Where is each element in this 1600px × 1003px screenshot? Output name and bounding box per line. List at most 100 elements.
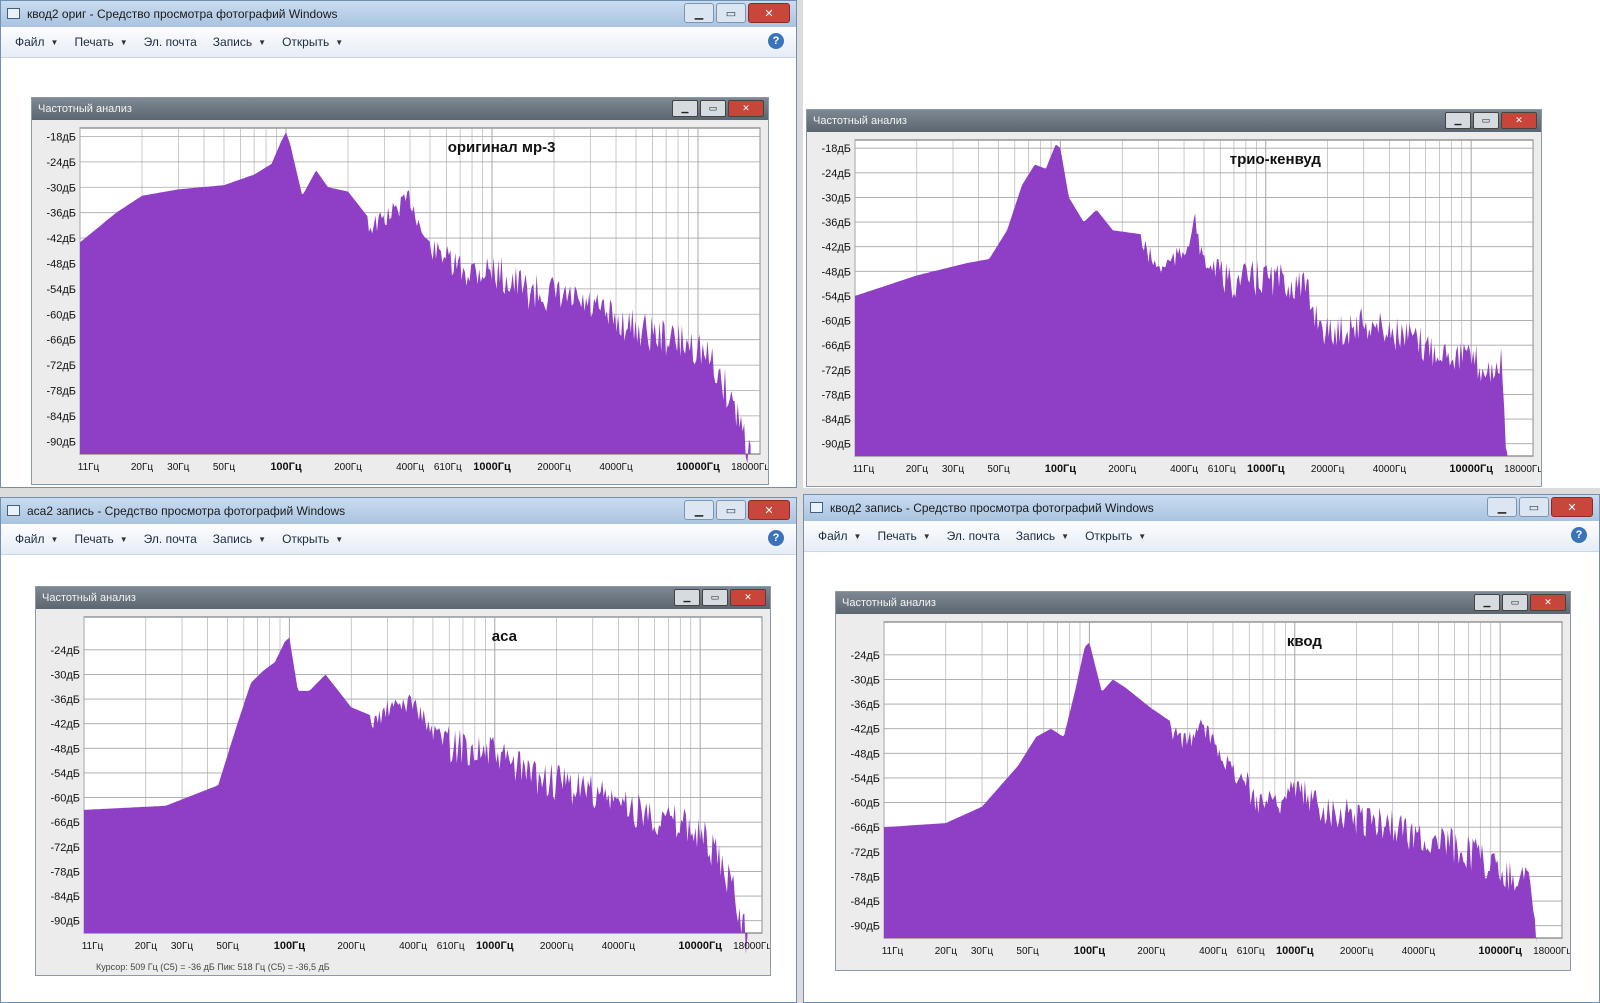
- panel-titlebar: Частотный анализ ▁ ▭ ✕: [807, 110, 1541, 132]
- x-tick-label: 4000Гц: [599, 462, 633, 473]
- photo-viewer-window-top-left: квод2 ориг - Средство просмотра фотограф…: [0, 0, 797, 488]
- close-icon[interactable]: ✕: [728, 100, 764, 117]
- minimize-icon[interactable]: ▁: [1474, 594, 1500, 611]
- help-icon[interactable]: ?: [768, 530, 784, 546]
- minimize-icon[interactable]: ▁: [1445, 112, 1471, 129]
- menu-print[interactable]: Печать ▼: [877, 529, 930, 543]
- x-tick-label: 4000Гц: [1373, 464, 1407, 475]
- x-tick-label: 20Гц: [135, 941, 158, 952]
- x-tick-label: 18000Гц: [1533, 946, 1570, 957]
- y-tick-label: -66дБ: [50, 817, 80, 829]
- minimize-icon[interactable]: ▁: [684, 3, 714, 23]
- maximize-icon[interactable]: ▭: [716, 500, 746, 520]
- menu-file[interactable]: Файл ▼: [818, 529, 861, 543]
- frequency-analysis-panel: Частотный анализ ▁ ▭ ✕ -18дБ -24дБ -30дБ -3…: [31, 97, 769, 485]
- menu-open[interactable]: Открыть ▼: [282, 35, 343, 49]
- close-icon[interactable]: ✕: [1501, 112, 1537, 129]
- minimize-icon[interactable]: ▁: [674, 589, 700, 606]
- dropdown-caret-icon: ▼: [853, 531, 862, 541]
- y-tick-label: -90дБ: [850, 921, 880, 933]
- y-tick-label: -84дБ: [50, 891, 80, 903]
- window-titlebar[interactable]: аса2 запись - Средство просмотра фотогра…: [1, 498, 796, 524]
- y-tick-label: -66дБ: [46, 335, 76, 347]
- y-tick-label: -48дБ: [50, 743, 80, 755]
- y-tick-label: -84дБ: [821, 414, 851, 426]
- menu-bar: Файл ▼ Печать ▼ Эл. почта Запись ▼ Открыть ▼…: [1, 27, 796, 58]
- window-icon: [7, 505, 20, 516]
- maximize-icon[interactable]: ▭: [702, 589, 728, 606]
- y-tick-label: -72дБ: [850, 847, 880, 859]
- y-tick-label: -36дБ: [850, 699, 880, 711]
- menu-email[interactable]: Эл. почта: [144, 35, 197, 49]
- x-tick-label: 400Гц: [1199, 946, 1227, 957]
- y-tick-label: -90дБ: [821, 439, 851, 451]
- help-icon[interactable]: ?: [768, 33, 784, 49]
- spectrum-chart-asa: -24дБ -30дБ -36дБ -42дБ -48дБ -54дБ -60дБ -66дБ…: [36, 609, 770, 961]
- window-title: квод2 запись - Средство просмотра фотогр…: [830, 501, 1154, 515]
- dropdown-caret-icon: ▼: [335, 37, 344, 47]
- y-tick-label: -60дБ: [46, 309, 76, 321]
- menu-burn[interactable]: Запись ▼: [213, 35, 266, 49]
- x-tick-label: 50Гц: [1016, 946, 1039, 957]
- maximize-icon[interactable]: ▭: [1473, 112, 1499, 129]
- x-tick-label: 30Гц: [167, 462, 190, 473]
- chart-title: аса: [492, 628, 518, 645]
- window-titlebar[interactable]: квод2 ориг - Средство просмотра фотограф…: [1, 1, 796, 27]
- x-tick-label: 610Гц: [437, 941, 465, 952]
- spectrum-chart-kvod: -24дБ -30дБ -36дБ -42дБ -48дБ -54дБ -60дБ -66дБ…: [836, 614, 1570, 966]
- y-tick-label: -54дБ: [46, 284, 76, 296]
- maximize-icon[interactable]: ▭: [716, 3, 746, 23]
- y-tick-label: -72дБ: [50, 842, 80, 854]
- x-tick-label: 1000Гц: [473, 461, 511, 473]
- y-tick-label: -78дБ: [850, 871, 880, 883]
- frequency-analysis-panel: Частотный анализ ▁ ▭ ✕ -24дБ -30дБ -36дБ -4…: [835, 591, 1571, 971]
- close-icon[interactable]: ✕: [1551, 497, 1593, 517]
- x-tick-label: 30Гц: [971, 946, 994, 957]
- menu-email[interactable]: Эл. почта: [947, 529, 1000, 543]
- x-tick-label: 100Гц: [270, 461, 302, 473]
- close-icon[interactable]: ✕: [730, 589, 766, 606]
- window-titlebar[interactable]: квод2 запись - Средство просмотра фотогр…: [804, 495, 1599, 521]
- menu-file[interactable]: Файл ▼: [15, 532, 58, 546]
- x-tick-label: 10000Гц: [676, 461, 720, 473]
- y-tick-label: -30дБ: [46, 182, 76, 194]
- x-tick-label: 400Гц: [399, 941, 427, 952]
- x-tick-label: 1000Гц: [1247, 463, 1285, 475]
- photo-viewer-window-bottom-left: аса2 запись - Средство просмотра фотогра…: [0, 497, 797, 1003]
- x-tick-label: 11Гц: [853, 464, 875, 475]
- menu-open[interactable]: Открыть ▼: [1085, 529, 1146, 543]
- panel-titlebar: Частотный анализ ▁ ▭ ✕: [36, 587, 770, 609]
- x-tick-label: 200Гц: [334, 462, 362, 473]
- menu-burn[interactable]: Запись ▼: [213, 532, 266, 546]
- maximize-icon[interactable]: ▭: [1502, 594, 1528, 611]
- menu-print[interactable]: Печать ▼: [74, 35, 127, 49]
- minimize-icon[interactable]: ▁: [672, 100, 698, 117]
- minimize-icon[interactable]: ▁: [1487, 497, 1517, 517]
- menu-email[interactable]: Эл. почта: [144, 532, 197, 546]
- close-icon[interactable]: ✕: [748, 500, 790, 520]
- y-tick-label: -42дБ: [50, 719, 80, 731]
- x-tick-label: 400Гц: [396, 462, 424, 473]
- menu-open[interactable]: Открыть ▼: [282, 532, 343, 546]
- spectrum-chart-trio-kenwood: -18дБ -24дБ -30дБ -36дБ -42дБ -48дБ -54дБ -60дБ…: [807, 132, 1541, 484]
- y-tick-label: -42дБ: [46, 233, 76, 245]
- close-icon[interactable]: ✕: [1530, 594, 1566, 611]
- y-tick-label: -36дБ: [50, 694, 80, 706]
- menu-burn[interactable]: Запись ▼: [1016, 529, 1069, 543]
- maximize-icon[interactable]: ▭: [1519, 497, 1549, 517]
- minimize-icon[interactable]: ▁: [684, 500, 714, 520]
- y-tick-label: -66дБ: [821, 340, 851, 352]
- dropdown-caret-icon: ▼: [119, 534, 128, 544]
- x-tick-label: 20Гц: [906, 464, 929, 475]
- x-tick-label: 610Гц: [1208, 464, 1236, 475]
- y-tick-label: -72дБ: [46, 360, 76, 372]
- help-icon[interactable]: ?: [1571, 527, 1587, 543]
- dropdown-caret-icon: ▼: [50, 534, 59, 544]
- y-tick-label: -42дБ: [821, 242, 851, 254]
- close-icon[interactable]: ✕: [748, 3, 790, 23]
- dropdown-caret-icon: ▼: [258, 37, 267, 47]
- menu-print[interactable]: Печать ▼: [74, 532, 127, 546]
- y-tick-label: -78дБ: [46, 385, 76, 397]
- maximize-icon[interactable]: ▭: [700, 100, 726, 117]
- menu-file[interactable]: Файл ▼: [15, 35, 58, 49]
